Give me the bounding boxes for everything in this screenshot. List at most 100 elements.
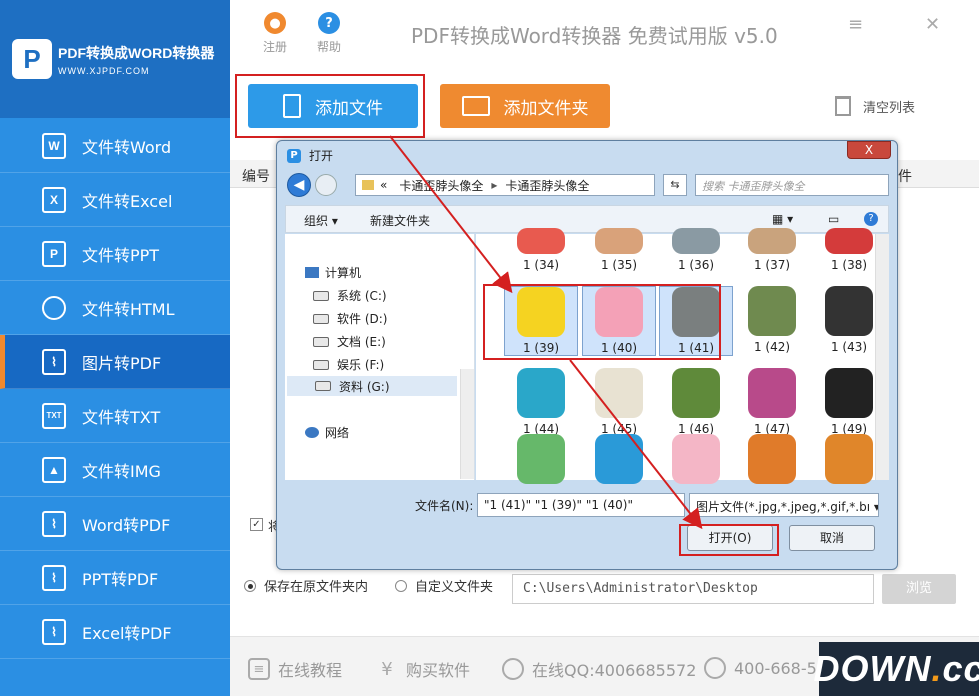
clear-list-button[interactable]: 清空列表	[835, 96, 915, 116]
logo-mark: P	[12, 39, 52, 79]
sidebar-item-word[interactable]: W 文件转Word	[0, 119, 230, 173]
logo-title: PDF转换成WORD转换器	[58, 44, 215, 61]
output-path-input[interactable]: C:\Users\Administrator\Desktop	[512, 574, 874, 604]
file-thumbnail[interactable]: 1 (34)	[504, 228, 578, 272]
file-thumbnail-label: 1 (34)	[522, 258, 560, 272]
tree-drive-d[interactable]: 软件 (D:)	[313, 310, 387, 327]
cartoon-avatar-image	[825, 368, 873, 418]
file-thumbnail[interactable]: 1 (49)	[812, 368, 886, 436]
forward-arrow-icon[interactable]	[315, 174, 337, 196]
excel-file-icon: X	[42, 186, 66, 213]
sidebar-item-label: 图片转PDF	[82, 353, 162, 373]
sidebar-item-txt[interactable]: TXT 文件转TXT	[0, 389, 230, 443]
file-thumbnail[interactable]: 1 (46)	[659, 368, 733, 436]
help-icon: ?	[318, 12, 340, 34]
pdf-file-icon: ⌇	[42, 618, 66, 645]
sidebar-item-ppt[interactable]: P 文件转PPT	[0, 227, 230, 281]
sidebar-item-word-to-pdf[interactable]: ⌇ Word转PDF	[0, 497, 230, 551]
sidebar-item-excel-to-pdf[interactable]: ⌇ Excel转PDF	[0, 605, 230, 659]
tree-scrollbar[interactable]	[460, 369, 474, 479]
phone-link[interactable]: 400-668-55	[704, 657, 827, 679]
file-thumbnail-label: 1 (42)	[753, 340, 791, 354]
qq-link[interactable]: 在线QQ:4006685572	[502, 657, 696, 681]
app-title: PDF转换成Word转换器 免费试用版 v5.0	[411, 24, 778, 48]
address-part[interactable]: 卡通歪脖头像全	[399, 177, 483, 194]
cancel-button[interactable]: 取消	[789, 525, 875, 551]
computer-icon	[305, 267, 319, 278]
logo-area: P PDF转换成WORD转换器 WWW.XJPDF.COM	[0, 0, 230, 118]
file-thumbnail[interactable]: 1 (43)	[812, 286, 886, 354]
help-icon[interactable]: ?	[864, 212, 878, 226]
option-checkbox[interactable]: ✓	[250, 518, 263, 531]
txt-file-icon: TXT	[42, 402, 66, 429]
watermark-cc: cc	[942, 648, 979, 689]
sidebar-item-label: 文件转Excel	[82, 191, 173, 211]
tutorial-label: 在线教程	[278, 661, 343, 680]
dialog-close-button[interactable]: X	[847, 141, 891, 159]
view-icon[interactable]: ▦ ▾	[772, 212, 793, 226]
qq-icon	[502, 658, 524, 680]
file-thumbnail[interactable]	[735, 434, 809, 488]
file-thumbnail[interactable]: 1 (35)	[582, 228, 656, 272]
save-original-radio[interactable]: 保存在原文件夹内	[244, 576, 368, 595]
dialog-nav-bar: ◀ « 卡通歪脖头像全 ▸ 卡通歪脖头像全 ⇆ 搜索 卡通歪脖头像全	[285, 171, 889, 199]
file-thumbnail[interactable]: 1 (44)	[504, 368, 578, 436]
search-input[interactable]: 搜索 卡通歪脖头像全	[695, 174, 889, 196]
help-button[interactable]: ? 帮助	[309, 12, 349, 55]
refresh-icon[interactable]: ⇆	[663, 174, 687, 196]
tree-computer[interactable]: 计算机	[305, 264, 361, 281]
file-thumbnail[interactable]: 1 (38)	[812, 228, 886, 272]
back-arrow-icon[interactable]: ◀	[287, 173, 311, 197]
tutorial-link[interactable]: ≡ 在线教程	[248, 657, 342, 681]
dialog-title-text: 打开	[309, 149, 334, 163]
minimize-icon[interactable]: ≡	[848, 14, 863, 35]
cartoon-avatar-image	[672, 228, 720, 254]
cartoon-avatar-image	[517, 368, 565, 418]
sidebar-item-label: 文件转IMG	[82, 461, 161, 481]
file-thumbnail[interactable]	[659, 434, 733, 488]
new-folder-button[interactable]: 新建文件夹	[370, 212, 430, 229]
file-thumbnail[interactable]: 1 (47)	[735, 368, 809, 436]
tree-drive-g[interactable]: 资料 (G:)	[287, 376, 457, 396]
sidebar-item-label: PPT转PDF	[82, 569, 159, 589]
file-thumbnail[interactable]	[504, 434, 578, 488]
register-label: 注册	[262, 40, 287, 54]
file-thumbnail[interactable]	[582, 434, 656, 488]
filename-input[interactable]: "1 (41)" "1 (39)" "1 (40)"	[477, 493, 685, 517]
sidebar-item-image-to-pdf[interactable]: ⌇ 图片转PDF	[0, 335, 230, 389]
file-thumbnail[interactable]: 1 (36)	[659, 228, 733, 272]
file-thumbnail[interactable]: 1 (42)	[735, 286, 809, 354]
sidebar-item-img[interactable]: ▲ 文件转IMG	[0, 443, 230, 497]
tree-drive-f[interactable]: 娱乐 (F:)	[313, 356, 384, 373]
file-type-filter[interactable]: 图片文件(*.jpg,*.jpeg,*.gif,*.bı ▾	[689, 493, 879, 517]
col-file: 件	[898, 169, 912, 185]
cartoon-avatar-image	[825, 286, 873, 336]
drive-icon	[313, 290, 329, 301]
tree-network[interactable]: 网络	[305, 424, 349, 441]
sidebar: P PDF转换成WORD转换器 WWW.XJPDF.COM W 文件转Word …	[0, 0, 230, 696]
image-file-icon: ▲	[42, 456, 66, 483]
tree-drive-e[interactable]: 文档 (E:)	[313, 333, 386, 350]
file-thumbnail-label: 1 (43)	[830, 340, 868, 354]
file-thumbnail[interactable]	[812, 434, 886, 488]
watermark-logo: DOWN.cc	[813, 642, 979, 696]
tree-drive-c[interactable]: 系统 (C:)	[313, 287, 387, 304]
address-bar[interactable]: « 卡通歪脖头像全 ▸ 卡通歪脖头像全	[355, 174, 655, 196]
preview-pane-icon[interactable]: ▭	[828, 212, 839, 226]
browse-button[interactable]: 浏览	[882, 574, 956, 604]
address-part[interactable]: 卡通歪脖头像全	[505, 177, 589, 194]
cartoon-avatar-image	[825, 434, 873, 484]
buy-label: 购买软件	[406, 661, 471, 680]
file-thumbnail[interactable]: 1 (37)	[735, 228, 809, 272]
add-folder-button[interactable]: 添加文件夹	[440, 84, 610, 128]
buy-link[interactable]: ¥ 购买软件	[376, 657, 470, 681]
register-button[interactable]: ● 注册	[255, 12, 295, 55]
drive-icon	[315, 381, 331, 391]
sidebar-item-html[interactable]: 文件转HTML	[0, 281, 230, 335]
sidebar-item-excel[interactable]: X 文件转Excel	[0, 173, 230, 227]
organize-menu[interactable]: 组织 ▾	[304, 212, 338, 229]
close-icon[interactable]: ✕	[925, 14, 940, 35]
save-custom-radio[interactable]: 自定义文件夹	[395, 576, 493, 595]
file-thumbnail[interactable]: 1 (45)	[582, 368, 656, 436]
sidebar-item-ppt-to-pdf[interactable]: ⌇ PPT转PDF	[0, 551, 230, 605]
